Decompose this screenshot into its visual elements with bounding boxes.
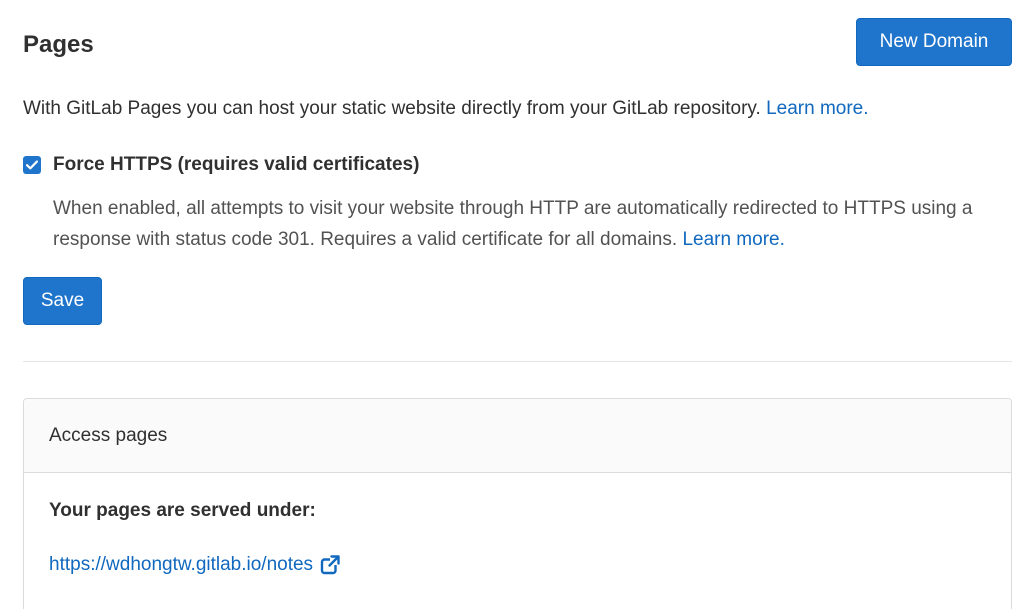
pages-url-link[interactable]: https://wdhongtw.gitlab.io/notes: [49, 554, 313, 576]
served-under-label: Your pages are served under:: [49, 500, 316, 521]
external-link-icon[interactable]: [320, 555, 341, 575]
checkmark-icon: [26, 160, 38, 170]
https-help-text: When enabled, all attempts to visit your…: [53, 198, 973, 250]
force-https-row: Force HTTPS (requires valid certificates…: [23, 150, 419, 180]
pages-settings-page: Pages New Domain With GitLab Pages you c…: [0, 0, 1033, 609]
pages-url-row: https://wdhongtw.gitlab.io/notes: [49, 554, 341, 576]
force-https-label[interactable]: Force HTTPS (requires valid certificates…: [53, 154, 419, 176]
page-title: Pages: [23, 31, 94, 58]
force-https-checkbox[interactable]: [23, 156, 41, 174]
save-button[interactable]: Save: [23, 277, 102, 325]
access-pages-card: Access pages Your pages are served under…: [23, 398, 1012, 609]
intro-text: With GitLab Pages you can host your stat…: [23, 98, 767, 119]
pages-intro-text: With GitLab Pages you can host your stat…: [23, 94, 869, 124]
force-https-help-text: When enabled, all attempts to visit your…: [53, 193, 1013, 255]
new-domain-button[interactable]: New Domain: [856, 18, 1012, 66]
intro-learn-more-link[interactable]: Learn more.: [766, 98, 868, 119]
section-divider: [23, 361, 1012, 362]
https-learn-more-link[interactable]: Learn more.: [682, 229, 784, 250]
access-pages-card-header: Access pages: [24, 399, 1011, 473]
